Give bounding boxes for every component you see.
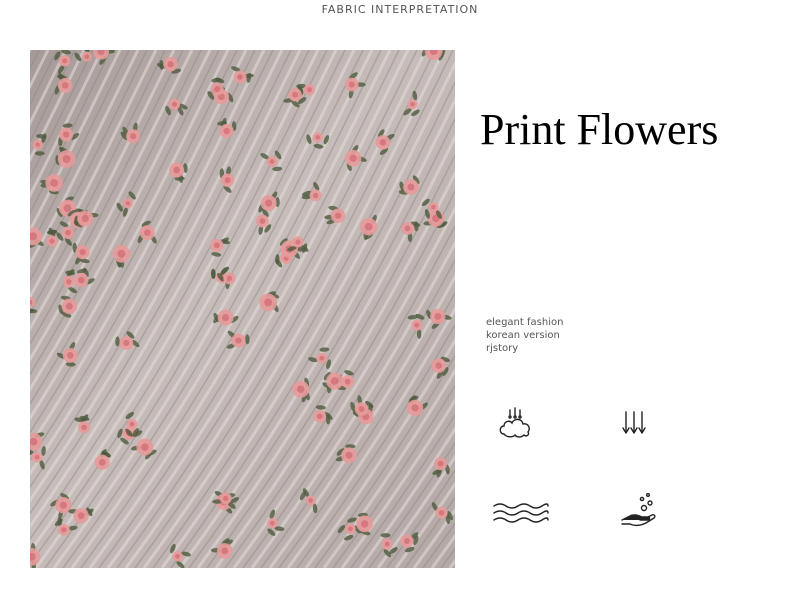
cloud-steam-icon	[494, 404, 538, 444]
section-header: FABRIC INTERPRETATION	[321, 3, 479, 16]
tagline: elegant fashion korean version rjstory	[486, 316, 563, 355]
page-title: Print Flowers	[480, 105, 719, 154]
tagline-line: korean version	[486, 330, 560, 341]
tagline-line: rjstory	[486, 343, 519, 354]
hand-bubbles-icon	[618, 490, 662, 530]
tagline-line: elegant fashion	[486, 317, 564, 328]
water-waves-icon	[492, 494, 550, 534]
down-arrows-icon	[612, 404, 656, 444]
fabric-photo-graphic	[30, 50, 455, 568]
fabric-photo	[30, 50, 455, 568]
